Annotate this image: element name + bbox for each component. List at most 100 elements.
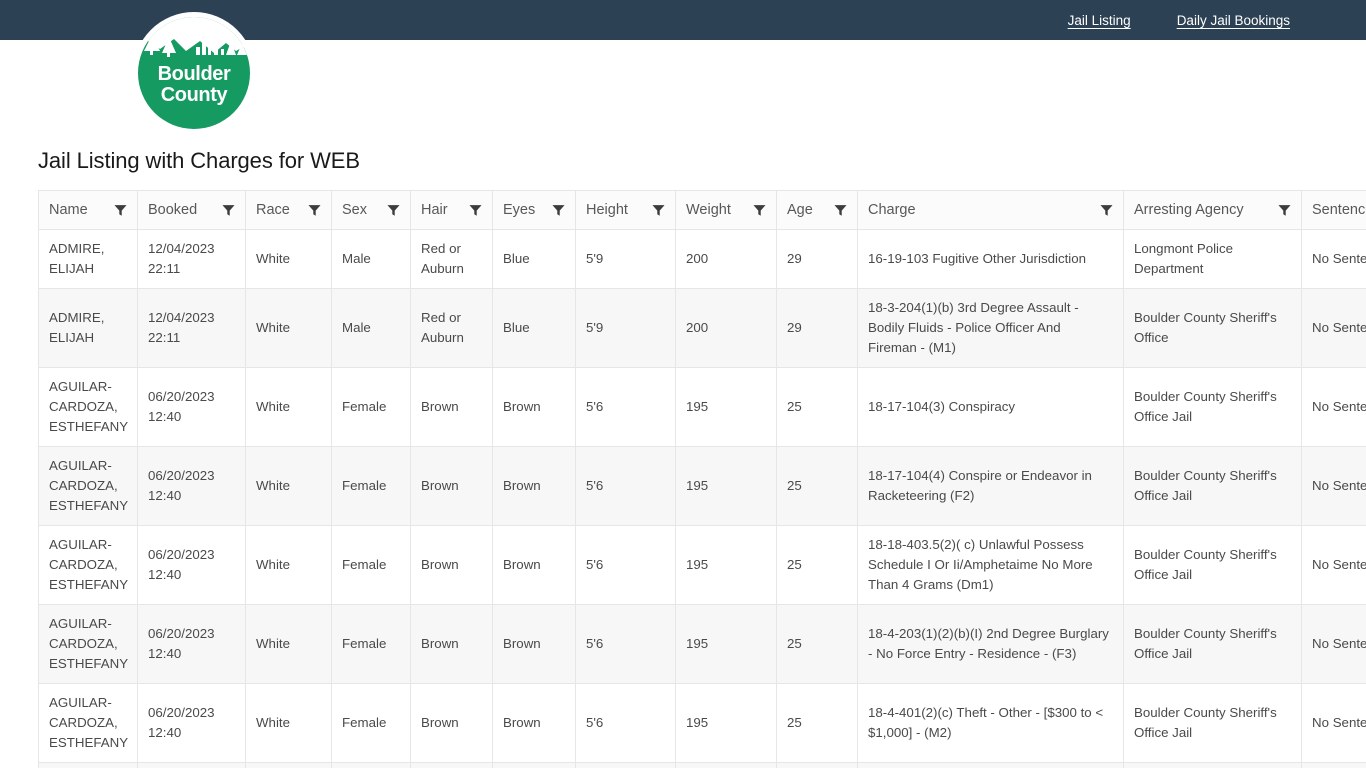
nav-link-daily-jail-bookings[interactable]: Daily Jail Bookings <box>1177 13 1290 28</box>
column-header-booked[interactable]: Booked <box>137 189 246 230</box>
cell-booked: 06/20/2023 12:40 <box>137 445 246 526</box>
filter-icon[interactable] <box>387 203 400 216</box>
cell-booked: 12/04/2023 22:11 <box>137 228 246 289</box>
table-row[interactable]: ADMIRE, ELIJAH 12/04/2023 22:11 White Male R… <box>38 228 1366 289</box>
filter-icon[interactable] <box>1278 203 1291 216</box>
table-header: Name Booked Race Sex Hair Eyes Height Weight Age… <box>38 189 1366 230</box>
cell-hair: Brown <box>410 445 493 526</box>
cell-sentence: No Sentence <box>1301 228 1366 289</box>
cell-hair: Brown <box>410 366 493 447</box>
jail-listing-table-viewport[interactable]: Name Booked Race Sex Hair Eyes Height Weight Age… <box>38 189 1366 768</box>
column-header-charge[interactable]: Charge <box>857 189 1124 230</box>
cell-sex: Female <box>331 366 411 447</box>
cell-agency: Boulder County Sheriff's Office Jail <box>1123 445 1302 526</box>
cell-booked: 06/20/2023 12:40 <box>137 682 246 763</box>
cell-age: 29 <box>776 287 858 368</box>
cell-name: AGUILAR-CARDOZA, ESTHEFANY <box>38 761 138 768</box>
cell-height: 5'6 <box>575 682 676 763</box>
cell-height: 5'9 <box>575 228 676 289</box>
column-header-inner: Sex <box>342 200 400 220</box>
cell-weight: 195 <box>675 603 777 684</box>
nav-links: Jail Listing Daily Jail Bookings <box>1068 13 1290 28</box>
boulder-county-logo[interactable]: Boulder County <box>133 12 255 134</box>
cell-height: 5'6 <box>575 366 676 447</box>
filter-icon[interactable] <box>114 203 127 216</box>
cell-age: 25 <box>776 603 858 684</box>
cell-name: AGUILAR-CARDOZA, ESTHEFANY <box>38 366 138 447</box>
table-row[interactable]: AGUILAR-CARDOZA, ESTHEFANY06/20/2023 12:… <box>38 761 1366 768</box>
cell-agency: Boulder County Sheriff's Office Jail <box>1123 366 1302 447</box>
cell-name: AGUILAR-CARDOZA, ESTHEFANY <box>38 682 138 763</box>
cell-hair: Brown <box>410 524 493 605</box>
logo-circle: Boulder County <box>138 17 250 129</box>
column-header-inner: Weight <box>686 200 766 220</box>
nav-link-jail-listing[interactable]: Jail Listing <box>1068 13 1131 28</box>
cell-weight: 195 <box>675 524 777 605</box>
cell-race: White <box>245 761 332 768</box>
cell-eyes: Brown <box>492 445 576 526</box>
cell-agency: Boulder County Sheriff's Office Jail <box>1123 524 1302 605</box>
logo-text: Boulder County <box>138 64 250 106</box>
cell-sentence: No Sentence <box>1301 366 1366 447</box>
column-header-eyes[interactable]: Eyes <box>492 189 576 230</box>
table-row[interactable]: AGUILAR-CARDOZA, ESTHEFANY06/20/2023 12:… <box>38 524 1366 605</box>
column-header-inner: Name <box>49 200 127 220</box>
column-header-label: Age <box>787 201 813 218</box>
cell-race: White <box>245 366 332 447</box>
cell-charge: 18-18-403.5(2)( c) Unlawful Possess Sche… <box>857 524 1124 605</box>
filter-icon[interactable] <box>552 203 565 216</box>
cell-booked: 06/20/2023 12:40 <box>137 761 246 768</box>
table-row[interactable]: AGUILAR-CARDOZA, ESTHEFANY06/20/2023 12:… <box>38 445 1366 526</box>
logo-text-line2: County <box>160 84 228 106</box>
column-header-hair[interactable]: Hair <box>410 189 493 230</box>
cell-sentence: No Sentence <box>1301 445 1366 526</box>
cell-agency: Boulder County Sheriff's Office <box>1123 287 1302 368</box>
cell-weight: 195 <box>675 445 777 526</box>
column-header-inner: Eyes <box>503 200 565 220</box>
column-header-height[interactable]: Height <box>575 189 676 230</box>
cell-weight: 200 <box>675 287 777 368</box>
column-header-label: Race <box>256 201 290 218</box>
page-title: Jail Listing with Charges for WEB <box>38 148 360 173</box>
table-row[interactable]: AGUILAR-CARDOZA, ESTHEFANY06/20/2023 12:… <box>38 603 1366 684</box>
table-row[interactable]: AGUILAR-CARDOZA, ESTHEFANY06/20/2023 12:… <box>38 682 1366 763</box>
cell-eyes: Blue <box>492 228 576 289</box>
filter-icon[interactable] <box>222 203 235 216</box>
filter-icon[interactable] <box>753 203 766 216</box>
column-header-inner: Booked <box>148 200 235 220</box>
cell-booked: 06/20/2023 12:40 <box>137 524 246 605</box>
cell-race: White <box>245 445 332 526</box>
cell-charge: 18-4-203(1)(2)(b)(I) 2nd Degree Burglary… <box>857 603 1124 684</box>
cell-sex: Female <box>331 603 411 684</box>
column-header-weight[interactable]: Weight <box>675 189 777 230</box>
table-row[interactable]: ADMIRE, ELIJAH 12/04/2023 22:11 White Male R… <box>38 287 1366 368</box>
column-header-sentence[interactable]: Sentence <box>1301 189 1366 230</box>
filter-icon[interactable] <box>308 203 321 216</box>
column-header-race[interactable]: Race <box>245 189 332 230</box>
column-header-arresting-agency[interactable]: Arresting Agency <box>1123 189 1302 230</box>
column-header-age[interactable]: Age <box>776 189 858 230</box>
cell-height: 5'6 <box>575 603 676 684</box>
cell-age: 25 <box>776 366 858 447</box>
cell-race: White <box>245 603 332 684</box>
cell-sex: Male <box>331 228 411 289</box>
cell-eyes: Brown <box>492 761 576 768</box>
cell-agency: Boulder County Sheriff's <box>1123 761 1302 768</box>
cell-weight: 195 <box>675 682 777 763</box>
column-header-name[interactable]: Name <box>38 189 138 230</box>
column-header-sex[interactable]: Sex <box>331 189 411 230</box>
cell-sentence: No Sentence <box>1301 287 1366 368</box>
cell-age: 25 <box>776 524 858 605</box>
logo-text-line1: Boulder <box>157 63 231 85</box>
filter-icon[interactable] <box>469 203 482 216</box>
filter-icon[interactable] <box>1100 203 1113 216</box>
table-row[interactable]: AGUILAR-CARDOZA, ESTHEFANY06/20/2023 12:… <box>38 366 1366 447</box>
cell-hair: Brown <box>410 761 493 768</box>
filter-icon[interactable] <box>652 203 665 216</box>
column-header-label: Sex <box>342 201 367 218</box>
cell-race: White <box>245 682 332 763</box>
cell-weight: 200 <box>675 228 777 289</box>
cell-charge: 18-3-204(1)(b) 3rd Degree Assault - Bodi… <box>857 287 1124 368</box>
cell-charge: 16-19-103 Fugitive Other Jurisdiction <box>857 228 1124 289</box>
filter-icon[interactable] <box>834 203 847 216</box>
